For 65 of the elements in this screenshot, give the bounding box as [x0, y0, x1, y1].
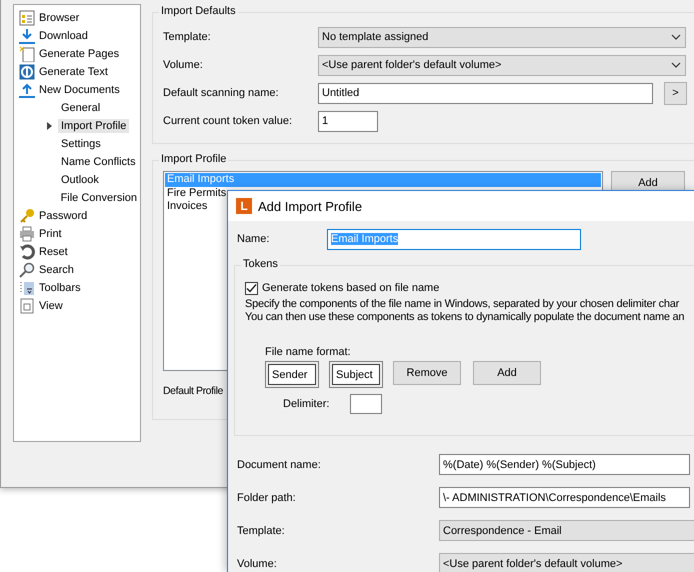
template-dropdown[interactable]: Correspondence - Email [439, 520, 694, 541]
delimiter-field[interactable] [350, 394, 382, 414]
dropdown-caret-icon [671, 34, 681, 40]
description-text: You can then use these components as tokens to dynamically populate the document name an [245, 311, 686, 324]
sidebar-item[interactable]: Outlook [58, 173, 102, 187]
sidebar-item[interactable]: General [58, 101, 104, 115]
field-label: Default scanning name: [163, 87, 280, 99]
option-icon [18, 262, 36, 278]
field-label: Template: [163, 31, 212, 43]
file-name-token[interactable]: Sender [265, 361, 319, 388]
option-icon [18, 10, 36, 26]
checkbox-label: Generate tokens based on file name [262, 282, 440, 294]
sidebar-item[interactable]: Generate Text [36, 65, 111, 79]
sidebar-item[interactable]: Search [36, 263, 77, 277]
option-icon [18, 280, 36, 296]
sidebar-item[interactable]: Settings [58, 137, 104, 151]
dropdown-caret-icon [671, 62, 681, 68]
document-name-field[interactable]: %(Date) %(Sender) %(Subject) [439, 454, 690, 475]
sidebar-item[interactable]: Browser [36, 11, 82, 25]
sidebar-item[interactable]: Download [36, 29, 91, 43]
count-token-field[interactable]: 1 [318, 110, 378, 132]
sidebar-item[interactable]: File Conversion [58, 191, 140, 205]
field-label: Current count token value: [163, 115, 294, 127]
sidebar-item[interactable]: Name Conflicts [58, 155, 139, 169]
app-logo: L [236, 198, 252, 214]
add-token-button[interactable]: Add [473, 361, 541, 385]
sidebar-item[interactable]: Toolbars [36, 281, 84, 295]
token-picker-button[interactable]: > [664, 82, 687, 104]
volume-dropdown[interactable]: <Use parent folder's default volume> [439, 553, 694, 572]
sidebar-item[interactable]: Import Profile [58, 119, 130, 133]
sidebar-item[interactable]: Reset [36, 245, 71, 259]
sidebar-item[interactable]: Generate Pages [36, 47, 122, 61]
template-dropdown[interactable]: No template assigned [318, 26, 686, 48]
group-title: Import Defaults [159, 5, 238, 17]
description-text: Specify the components of the file name in Windows, separated by your chosen delimiter char [245, 298, 680, 311]
option-icon [18, 226, 36, 242]
file-name-token[interactable]: Subject [329, 361, 383, 388]
field-label: Volume: [237, 558, 278, 570]
group-title: Import Profile [159, 153, 228, 165]
group-title: Tokens [241, 258, 280, 270]
field-label: Volume: [163, 59, 204, 71]
field-label: Folder path: [237, 492, 297, 504]
option-icon [18, 244, 36, 260]
volume-dropdown[interactable]: <Use parent folder's default volume> [318, 54, 686, 76]
field-label: Document name: [237, 458, 322, 470]
default-profile-label: Default Profile [163, 385, 223, 397]
option-icon [18, 208, 36, 224]
field-label: Template: [237, 524, 286, 536]
remove-button[interactable]: Remove [393, 361, 461, 385]
option-icon [18, 46, 36, 62]
sidebar-item[interactable]: View [36, 299, 66, 313]
folder-path-field[interactable]: \- ADMINISTRATION\Correspondence\Emails [439, 487, 690, 508]
sidebar-item[interactable]: New Documents [36, 83, 123, 97]
option-icon [18, 28, 36, 44]
dialog-title: Add Import Profile [258, 198, 362, 214]
option-icon [18, 64, 36, 80]
option-icon [18, 298, 36, 314]
option-icon [18, 82, 36, 98]
checkbox[interactable] [245, 282, 258, 294]
sidebar-item[interactable]: Print [36, 227, 65, 241]
field-label: Delimiter: [283, 398, 330, 410]
field-label: File name format: [265, 346, 351, 358]
field-label: Name: [237, 233, 270, 245]
sidebar-item[interactable]: Password [36, 209, 90, 223]
scanning-name-field[interactable]: Untitled [318, 82, 653, 104]
